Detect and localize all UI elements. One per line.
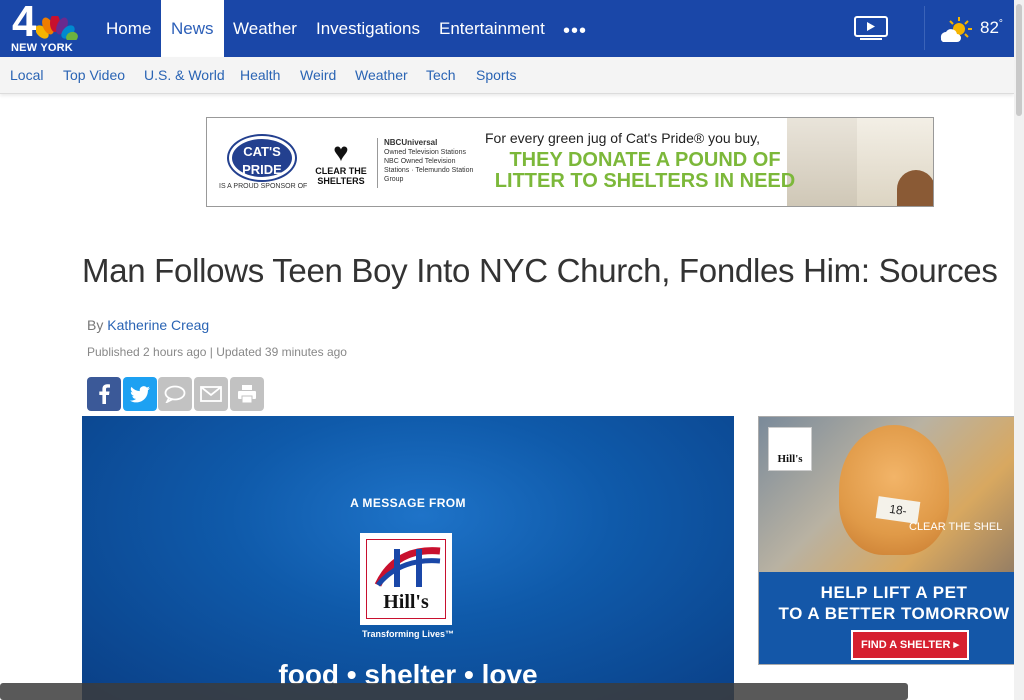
nbcu-small: NBC Owned Television Stations · Telemund… bbox=[384, 158, 474, 183]
video-message: A MESSAGE FROM bbox=[350, 496, 466, 510]
facebook-icon bbox=[99, 384, 110, 404]
sponsor-text: IS A PROUD SPONSOR OF bbox=[219, 183, 308, 190]
horizontal-scrollbar[interactable] bbox=[0, 683, 908, 700]
hills-logo: Hill's bbox=[360, 533, 452, 625]
ad-photo-cat bbox=[897, 170, 933, 206]
hills-mini-logo: Hill's bbox=[768, 427, 812, 471]
subnav-weather[interactable]: Weather bbox=[355, 67, 408, 83]
kitten-image bbox=[839, 425, 949, 555]
subnav-health[interactable]: Health bbox=[240, 67, 280, 83]
hills-wordmark: Hill's bbox=[383, 591, 429, 613]
nbc4-logo[interactable]: 4 NEW YORK bbox=[8, 0, 84, 56]
side-ad-headline: HELP LIFT A PET TO A BETTER TOMORROW bbox=[759, 582, 1023, 624]
subnav-us-world[interactable]: U.S. & World bbox=[144, 67, 225, 83]
twitter-share-button[interactable] bbox=[123, 377, 157, 411]
comment-button[interactable] bbox=[158, 377, 192, 411]
ad-line-2: THEY DONATE A POUND OF LITTER TO SHELTER… bbox=[494, 149, 796, 192]
play-video-icon[interactable] bbox=[854, 16, 888, 40]
ad-line-1: For every green jug of Cat's Pride® you … bbox=[485, 130, 760, 146]
find-shelter-button[interactable]: FIND A SHELTER ▸ bbox=[851, 630, 969, 660]
nav-weather[interactable]: Weather bbox=[223, 0, 307, 57]
author-link[interactable]: Katherine Creag bbox=[107, 317, 209, 333]
subnav-sports[interactable]: Sports bbox=[476, 67, 516, 83]
temperature-value: 82 bbox=[980, 18, 999, 37]
nav-home[interactable]: Home bbox=[96, 0, 161, 57]
published-time: Published 2 hours ago | Updated 39 minut… bbox=[87, 345, 347, 359]
nav-divider bbox=[924, 6, 925, 50]
top-nav-bar: 4 NEW YORK Home News Weather Investigati… bbox=[0, 0, 1014, 57]
temperature-unit: ° bbox=[998, 18, 1003, 30]
email-icon bbox=[200, 386, 222, 402]
banner-ad[interactable]: CAT'S PRIDE IS A PROUD SPONSOR OF ♥ CLEA… bbox=[206, 117, 934, 207]
byline: By Katherine Creag bbox=[87, 317, 209, 333]
peacock-icon bbox=[36, 16, 78, 40]
twitter-icon bbox=[130, 385, 150, 402]
article-headline: Man Follows Teen Boy Into NYC Church, Fo… bbox=[82, 252, 998, 289]
temperature[interactable]: 82° bbox=[980, 18, 1003, 38]
subnav-local[interactable]: Local bbox=[10, 67, 43, 83]
print-icon bbox=[238, 385, 256, 404]
sub-nav-bar: Local Top Video U.S. & World Health Weir… bbox=[0, 57, 1014, 94]
video-player[interactable]: A MESSAGE FROM Hill's Transforming Lives… bbox=[82, 416, 734, 700]
subnav-tech[interactable]: Tech bbox=[426, 67, 456, 83]
logo-city: NEW YORK bbox=[11, 42, 73, 54]
clear-the-shelters-logo: CLEAR THE SHEL bbox=[909, 521, 1003, 533]
side-ad-headline-1: HELP LIFT A PET bbox=[820, 583, 968, 602]
side-ad-headline-2: TO A BETTER TOMORROW bbox=[778, 604, 1010, 623]
partly-cloudy-icon bbox=[940, 17, 972, 42]
logo-number: 4 bbox=[12, 0, 37, 46]
cts-label: CLEAR THE SHELTERS bbox=[315, 166, 367, 186]
comment-icon bbox=[164, 385, 186, 403]
hills-tagline: Transforming Lives™ bbox=[361, 629, 455, 639]
hills-swoosh-icon bbox=[372, 545, 444, 589]
more-dots-icon[interactable]: ••• bbox=[563, 20, 587, 43]
nbcu-logo: NBCUniversal Owned Television Stations N… bbox=[377, 138, 477, 188]
subnav-weird[interactable]: Weird bbox=[300, 67, 336, 83]
nav-news[interactable]: News bbox=[161, 0, 224, 57]
nav-entertainment[interactable]: Entertainment bbox=[429, 0, 555, 57]
vertical-scroll-thumb[interactable] bbox=[1016, 4, 1022, 116]
clear-the-shelters-logo: ♥ CLEAR THE SHELTERS bbox=[315, 138, 367, 190]
nbcu-sub: Owned Television Stations bbox=[384, 149, 466, 156]
cats-pride-logo: CAT'S PRIDE bbox=[229, 136, 295, 180]
email-share-button[interactable] bbox=[194, 377, 228, 411]
side-ad[interactable]: 18- Hill's CLEAR THE SHEL HELP LIFT A PE… bbox=[758, 416, 1024, 665]
subnav-top-video[interactable]: Top Video bbox=[63, 67, 125, 83]
byline-prefix: By bbox=[87, 317, 104, 333]
facebook-share-button[interactable] bbox=[87, 377, 121, 411]
nbcu-label: NBCUniversal bbox=[384, 138, 438, 147]
heart-icon: ♥ bbox=[333, 137, 349, 167]
nav-investigations[interactable]: Investigations bbox=[306, 0, 430, 57]
print-button[interactable] bbox=[230, 377, 264, 411]
